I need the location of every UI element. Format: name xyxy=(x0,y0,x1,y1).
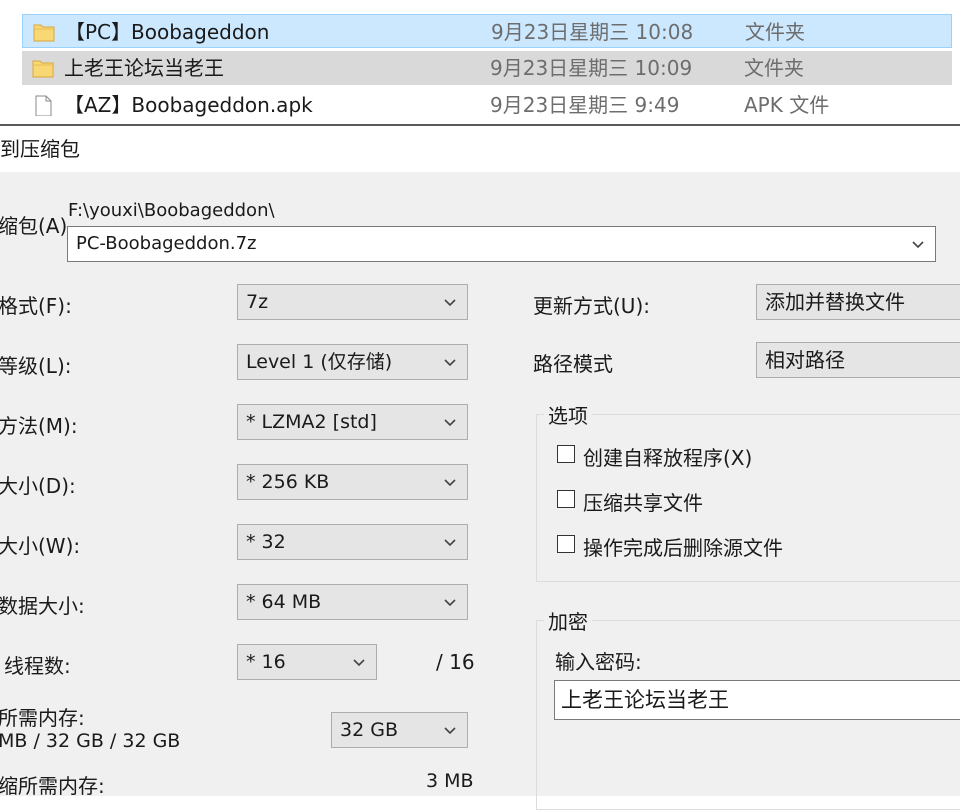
archive-label: 缩包(A) xyxy=(0,214,68,238)
file-row[interactable]: 上老王论坛当老王 9月23日星期三 10:09 文件夹 xyxy=(22,51,952,85)
chevron-down-icon[interactable] xyxy=(911,237,925,251)
word-size-value: * 32 xyxy=(246,531,286,553)
solid-block-select[interactable]: * 64 MB xyxy=(237,584,468,620)
folder-icon xyxy=(32,60,54,78)
file-name: 【PC】Boobageddon xyxy=(65,20,270,44)
file-date: 9月23日星期三 9:49 xyxy=(490,93,680,117)
file-icon xyxy=(35,95,52,116)
file-row[interactable]: 【AZ】Boobageddon.apk 9月23日星期三 9:49 APK 文件 xyxy=(22,88,952,122)
sfx-label: 创建自释放程序(X) xyxy=(583,446,753,470)
method-label: 方法(M): xyxy=(0,414,78,438)
chevron-down-icon xyxy=(444,727,456,735)
delete-after-label: 操作完成后删除源文件 xyxy=(583,536,783,560)
password-value: 上老王论坛当老王 xyxy=(561,688,729,712)
archive-name-combo[interactable]: PC-Boobageddon.7z xyxy=(67,226,936,262)
password-label: 输入密码: xyxy=(555,650,642,674)
file-name: 上老王论坛当老王 xyxy=(64,56,224,80)
chevron-down-icon xyxy=(353,659,365,667)
threads-label: 线程数: xyxy=(4,654,71,678)
chevron-down-icon xyxy=(444,419,456,427)
chevron-down-icon xyxy=(444,599,456,607)
dictionary-size-value: * 256 KB xyxy=(246,471,330,493)
delete-after-checkbox[interactable] xyxy=(557,535,575,553)
chevron-down-icon xyxy=(444,299,456,307)
format-select[interactable]: 7z xyxy=(237,284,468,320)
chevron-down-icon xyxy=(444,479,456,487)
file-type: APK 文件 xyxy=(744,93,830,117)
file-list: 【PC】Boobageddon 9月23日星期三 10:08 文件夹 上老王论坛… xyxy=(0,0,960,124)
file-name: 【AZ】Boobageddon.apk xyxy=(64,93,313,117)
folder-icon xyxy=(33,24,55,42)
shared-files-checkbox[interactable] xyxy=(557,490,575,508)
shared-files-label: 压缩共享文件 xyxy=(583,491,703,515)
encryption-title: 加密 xyxy=(544,606,592,635)
file-type: 文件夹 xyxy=(745,20,805,44)
mem-compress-label: 所需内存: xyxy=(0,706,85,730)
word-size-label: 大小(W): xyxy=(0,534,81,558)
format-value: 7z xyxy=(246,291,269,313)
dictionary-size-label: 大小(D): xyxy=(0,474,76,498)
solid-block-value: * 64 MB xyxy=(246,591,322,613)
method-value: * LZMA2 [std] xyxy=(246,411,377,433)
level-label: 等级(L): xyxy=(0,354,72,378)
word-size-select[interactable]: * 32 xyxy=(237,524,468,560)
password-input[interactable]: 上老王论坛当老王 xyxy=(554,680,960,720)
mem-decompress-label: 缩所需内存: xyxy=(0,774,105,798)
file-date: 9月23日星期三 10:08 xyxy=(491,20,694,44)
mem-compress-value: MB / 32 GB / 32 GB xyxy=(0,730,181,752)
file-date: 9月23日星期三 10:09 xyxy=(490,56,693,80)
file-type: 文件夹 xyxy=(744,56,804,80)
archive-path: F:\youxi\Boobageddon\ xyxy=(68,200,275,221)
solid-block-label: 数据大小: xyxy=(0,594,85,618)
level-value: Level 1 (仅存储) xyxy=(246,351,393,373)
path-mode-select[interactable]: 相对路径 xyxy=(756,342,960,378)
mem-decompress-value: 3 MB xyxy=(426,770,474,792)
dialog-body: 缩包(A) F:\youxi\Boobageddon\ PC-Boobagedd… xyxy=(0,172,960,810)
threads-value: * 16 xyxy=(246,651,286,673)
method-select[interactable]: * LZMA2 [std] xyxy=(237,404,468,440)
mem-limit-value: 32 GB xyxy=(340,719,398,741)
file-row[interactable]: 【PC】Boobageddon 9月23日星期三 10:08 文件夹 xyxy=(22,14,952,48)
sfx-checkbox[interactable] xyxy=(557,445,575,463)
update-mode-value: 添加并替换文件 xyxy=(765,290,905,314)
level-select[interactable]: Level 1 (仅存储) xyxy=(237,344,468,380)
dictionary-size-select[interactable]: * 256 KB xyxy=(237,464,468,500)
path-mode-label: 路径模式 xyxy=(533,352,613,376)
update-mode-label: 更新方式(U): xyxy=(533,294,650,318)
dialog-title: 到压缩包 xyxy=(0,126,960,172)
threads-select[interactable]: * 16 xyxy=(237,644,377,680)
archive-name: PC-Boobageddon.7z xyxy=(76,233,257,254)
threads-max: / 16 xyxy=(436,650,475,674)
update-mode-select[interactable]: 添加并替换文件 xyxy=(756,284,960,320)
format-label: 格式(F): xyxy=(0,294,72,318)
mem-limit-select[interactable]: 32 GB xyxy=(331,712,468,748)
chevron-down-icon xyxy=(444,539,456,547)
chevron-down-icon xyxy=(444,359,456,367)
options-title: 选项 xyxy=(544,400,592,429)
add-to-archive-dialog: 到压缩包 缩包(A) F:\youxi\Boobageddon\ PC-Boob… xyxy=(0,124,960,810)
path-mode-value: 相对路径 xyxy=(765,348,845,372)
